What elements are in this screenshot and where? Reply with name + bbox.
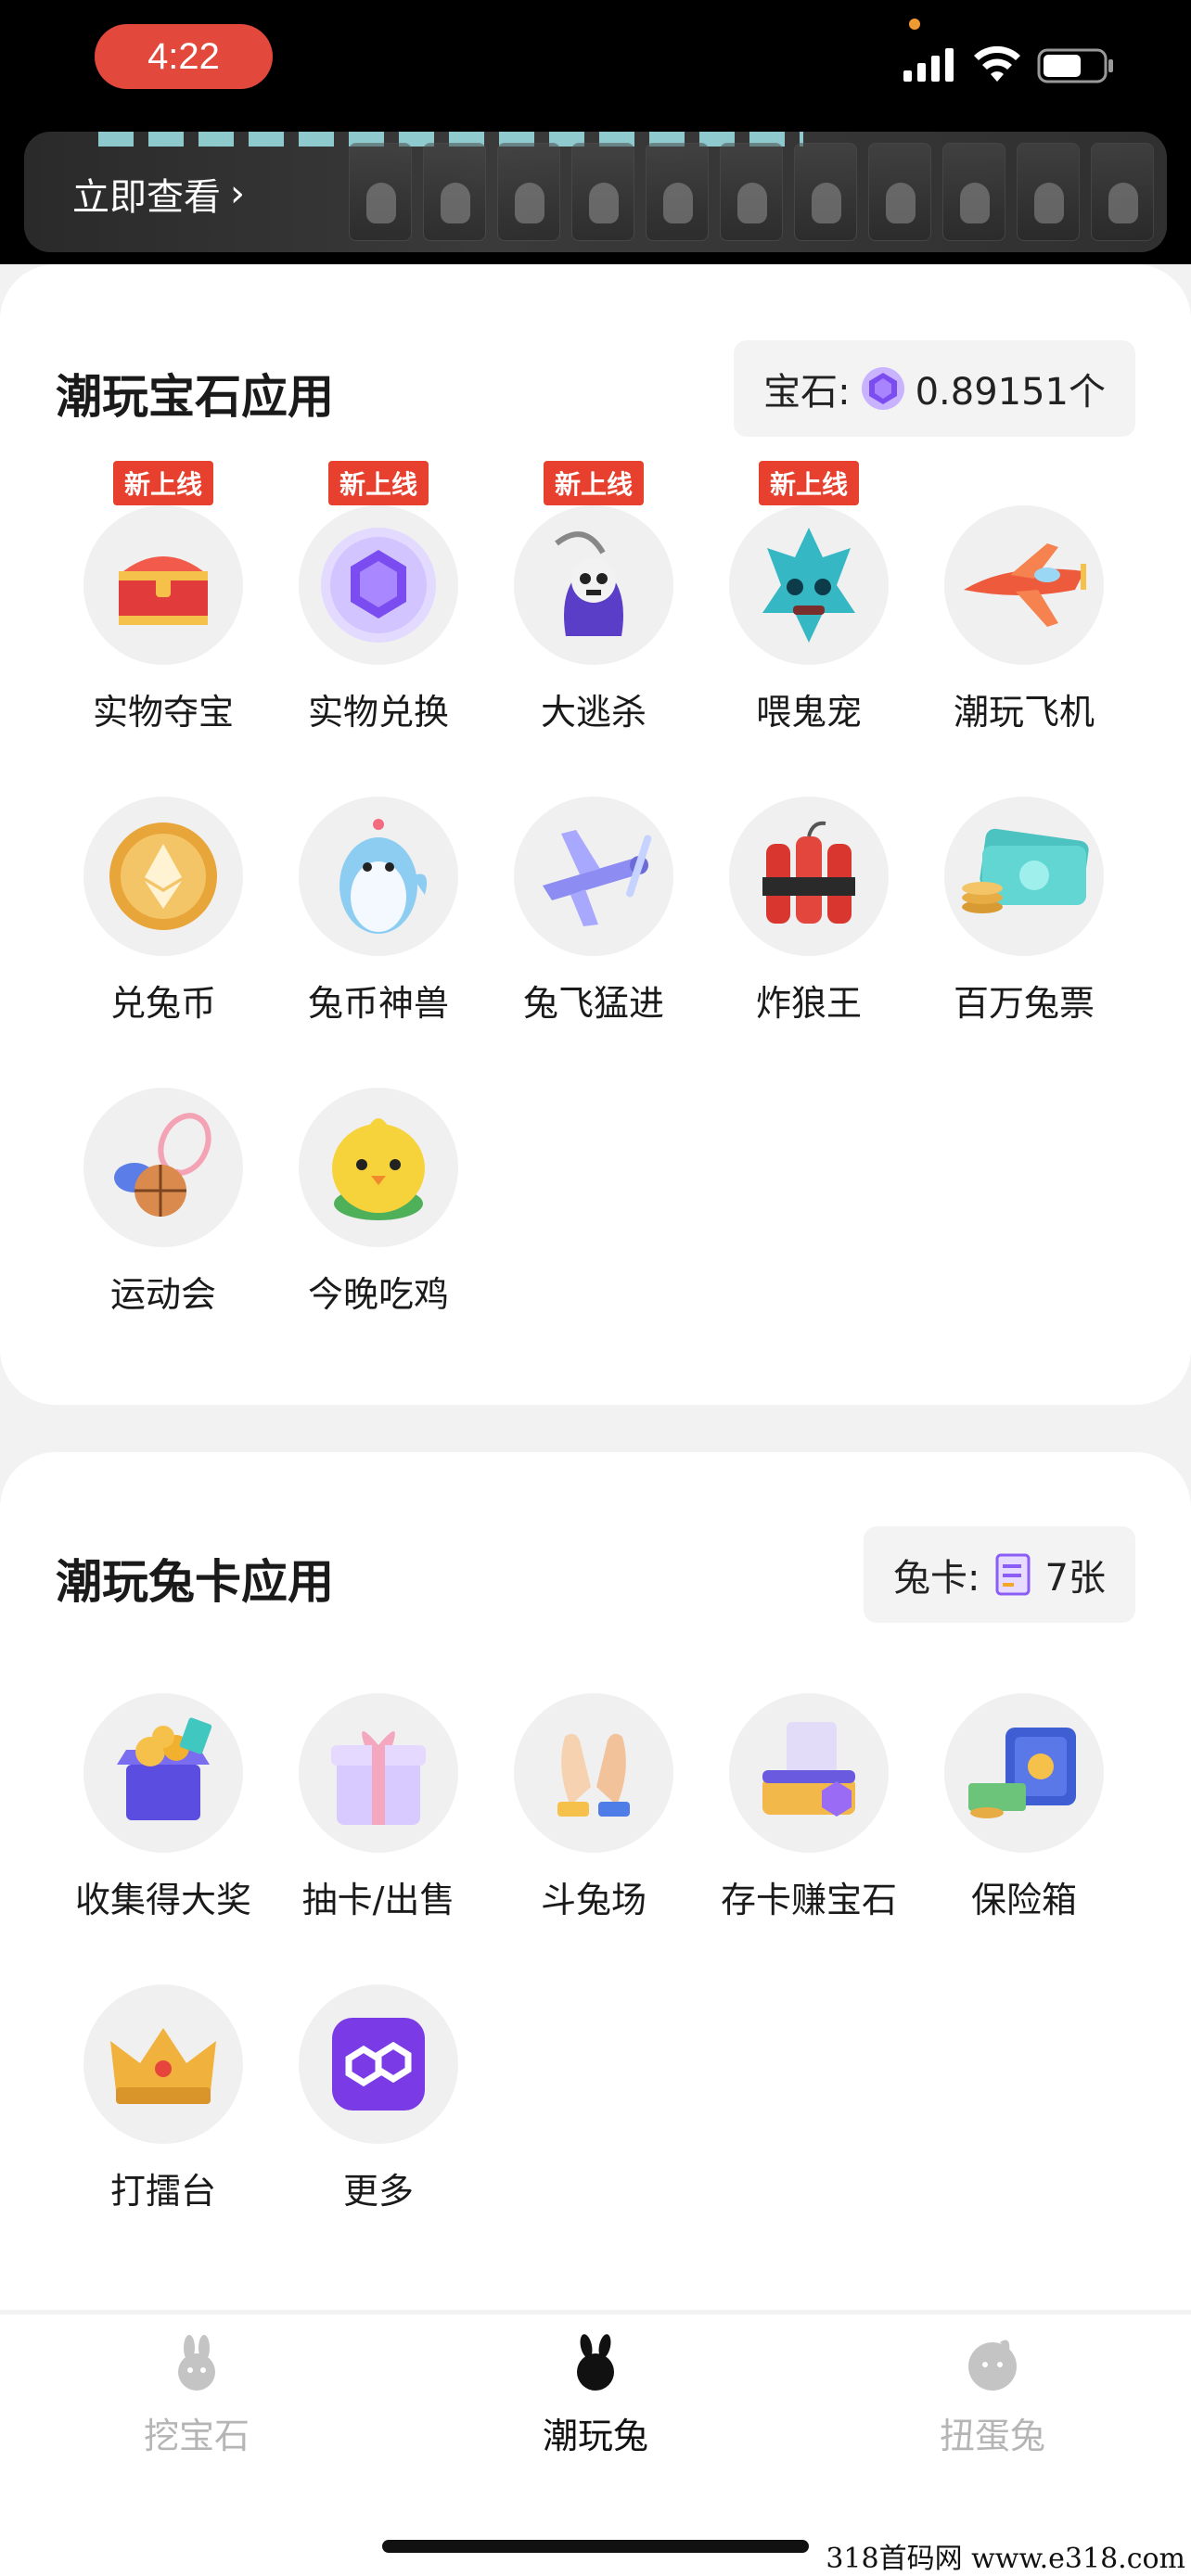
gem-balance-value: 0.89151个 xyxy=(915,371,1106,414)
card-balance-pill[interactable]: 兔卡: 7张 xyxy=(864,1526,1135,1623)
app-label: 运动会 xyxy=(109,1274,216,1315)
home-indicator[interactable] xyxy=(382,2540,809,2553)
app-label: 斗兔场 xyxy=(540,1880,647,1920)
app-label: 实物夺宝 xyxy=(92,692,234,733)
app-sports-meet[interactable]: 运动会 xyxy=(56,1088,271,1317)
app-label: 保险箱 xyxy=(970,1880,1077,1920)
sports-balls-icon xyxy=(114,1113,211,1217)
app-label: 抽卡/出售 xyxy=(301,1880,455,1920)
app-label: 兔币神兽 xyxy=(307,983,449,1024)
privacy-indicator-icon xyxy=(909,19,920,30)
app-label: 喂鬼宠 xyxy=(755,692,862,733)
card-balance-value: 7张 xyxy=(1044,1557,1106,1600)
app-label: 实物兑换 xyxy=(307,692,449,733)
app-rabbit-arena[interactable]: 斗兔场 xyxy=(486,1693,701,1922)
app-rabbit-fly[interactable]: 兔飞猛进 xyxy=(486,797,701,1026)
tab-dig-gems[interactable]: 挖宝石 xyxy=(85,2333,308,2458)
new-badge: 新上线 xyxy=(758,461,860,505)
card-apps-card: 潮玩兔卡应用 兔卡: 7张 收集得大奖 抽卡/出售 斗兔场 存卡赚宝石 保险箱 … xyxy=(0,1452,1191,2310)
app-deposit-card-earn-gem[interactable]: 存卡赚宝石 xyxy=(701,1693,916,1922)
app-physical-treasure[interactable]: 新上线 实物夺宝 xyxy=(56,461,271,734)
clapping-hands-icon xyxy=(557,1733,630,1817)
app-label: 今晚吃鸡 xyxy=(307,1274,449,1315)
app-label: 收集得大奖 xyxy=(74,1880,251,1920)
penguin-icon xyxy=(339,819,428,934)
propeller-plane-icon xyxy=(543,830,652,926)
safe-icon xyxy=(968,1728,1076,1818)
app-safe-box[interactable]: 保险箱 xyxy=(916,1693,1132,1922)
crown-icon xyxy=(110,2028,216,2104)
new-badge: 新上线 xyxy=(543,461,645,505)
app-rabbit-coin-beast[interactable]: 兔币神兽 xyxy=(271,797,486,1026)
app-exchange-rabbit-coin[interactable]: 兑兔币 xyxy=(56,797,271,1026)
gem-apps-card: 潮玩宝石应用 宝石: 0.89151个 新上线 实物夺宝 新上线 实物兑换 新上… xyxy=(0,264,1191,1405)
status-bar: 4:22 xyxy=(0,0,1191,121)
cash-icon xyxy=(962,828,1089,913)
battery-icon xyxy=(1037,48,1113,83)
tab-gacha-rabbit[interactable]: 扭蛋兔 xyxy=(881,2333,1104,2458)
rabbit-outline-icon xyxy=(178,2335,215,2391)
chevron-right-icon: › xyxy=(230,172,245,215)
app-winner-chicken[interactable]: 今晚吃鸡 xyxy=(271,1088,486,1317)
rabbit-filled-icon xyxy=(577,2334,614,2391)
app-label: 兑兔币 xyxy=(109,983,216,1024)
view-now-label: 立即查看 xyxy=(72,176,221,219)
new-badge: 新上线 xyxy=(327,461,429,505)
banner-card-strip xyxy=(349,143,1154,245)
app-label: 存卡赚宝石 xyxy=(720,1880,897,1920)
card-balance-label: 兔卡: xyxy=(893,1557,980,1600)
dynamite-icon xyxy=(762,821,855,924)
tab-label: 挖宝石 xyxy=(143,2416,250,2456)
status-time: 4:22 xyxy=(95,24,273,89)
app-label: 潮玩飞机 xyxy=(953,692,1095,733)
app-more[interactable]: 更多 xyxy=(271,1984,486,2213)
app-arena-challenge[interactable]: 打擂台 xyxy=(56,1984,271,2213)
card-deposit-icon xyxy=(762,1722,855,1817)
tab-trendy-rabbit[interactable]: 潮玩兔 xyxy=(484,2333,707,2458)
new-badge: 新上线 xyxy=(112,461,214,505)
coin-icon xyxy=(109,823,217,930)
app-bomb-wolf-king[interactable]: 炸狼王 xyxy=(701,797,916,1026)
watermark-text: 318首码网 www.e318.com xyxy=(826,2543,1185,2575)
app-trendy-airplane[interactable]: 潮玩飞机 xyxy=(916,505,1132,734)
airplane-icon xyxy=(964,543,1086,627)
egg-rabbit-icon xyxy=(968,2340,1017,2391)
treasure-chest-icon xyxy=(119,556,208,625)
gem-balance-pill[interactable]: 宝石: 0.89151个 xyxy=(734,340,1135,437)
app-physical-exchange[interactable]: 新上线 实物兑换 xyxy=(271,461,486,734)
view-now-link[interactable]: 立即查看 › xyxy=(72,167,245,221)
chick-icon xyxy=(332,1118,425,1220)
app-label: 大逃杀 xyxy=(540,692,647,733)
app-battle-royale[interactable]: 新上线 大逃杀 xyxy=(486,461,701,734)
ghost-pet-icon xyxy=(762,528,855,643)
app-label: 兔飞猛进 xyxy=(522,983,664,1024)
app-collect-prize[interactable]: 收集得大奖 xyxy=(56,1693,271,1922)
promo-banner[interactable]: 立即查看 › xyxy=(24,132,1167,252)
tab-label: 扭蛋兔 xyxy=(939,2416,1045,2456)
app-label: 打擂台 xyxy=(109,2171,216,2212)
gem-section-title: 潮玩宝石应用 xyxy=(56,370,334,424)
app-draw-sell-card[interactable]: 抽卡/出售 xyxy=(271,1693,486,1922)
gem-balance-label: 宝石: xyxy=(763,371,851,414)
reaper-icon xyxy=(555,531,623,636)
gem-orb-icon xyxy=(321,528,436,643)
tab-label: 潮玩兔 xyxy=(542,2416,648,2456)
card-icon xyxy=(995,1553,1031,1596)
more-icon xyxy=(332,2018,425,2111)
prize-box-icon xyxy=(117,1717,212,1820)
wifi-icon xyxy=(974,45,1020,82)
app-label: 炸狼王 xyxy=(755,983,862,1024)
gem-icon xyxy=(861,367,904,410)
gift-box-icon xyxy=(331,1731,426,1825)
app-million-rabbit-ticket[interactable]: 百万兔票 xyxy=(916,797,1132,1026)
app-label: 百万兔票 xyxy=(953,983,1095,1024)
app-feed-ghost-pet[interactable]: 新上线 喂鬼宠 xyxy=(701,461,916,734)
app-label: 更多 xyxy=(342,2171,414,2212)
cellular-signal-icon xyxy=(903,48,954,82)
card-section-title: 潮玩兔卡应用 xyxy=(56,1555,334,1609)
